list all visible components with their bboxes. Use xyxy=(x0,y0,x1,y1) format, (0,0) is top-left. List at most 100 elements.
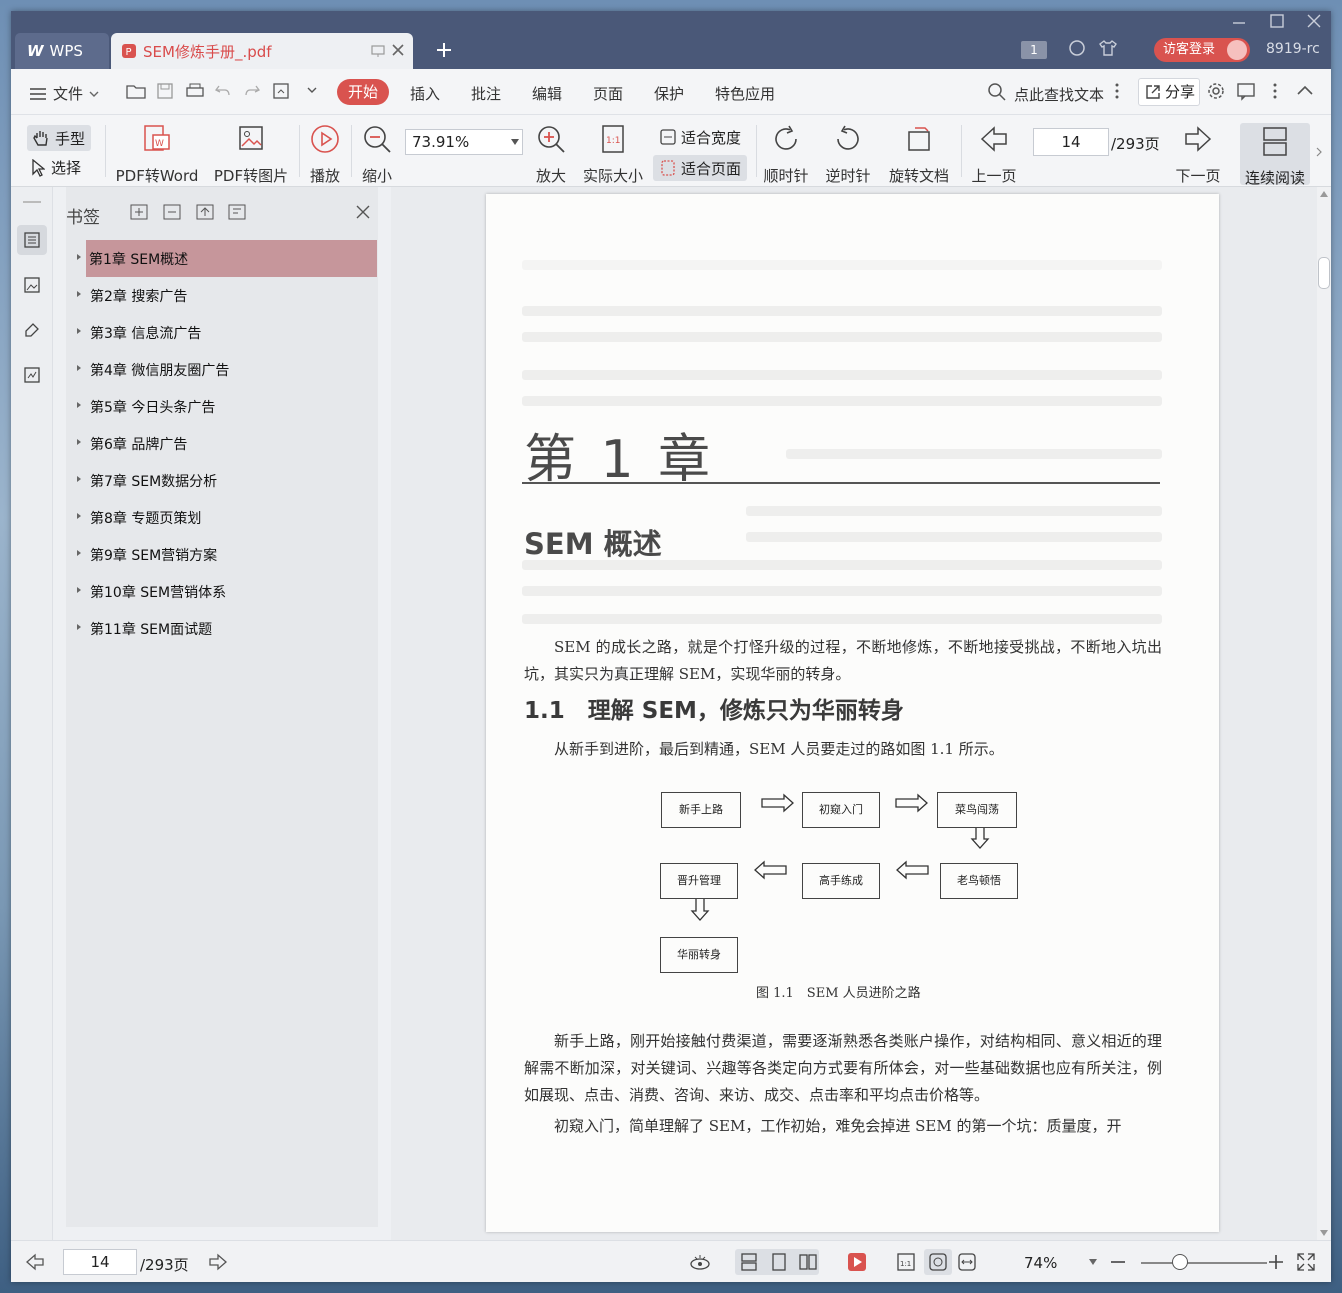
add-bookmark-icon[interactable] xyxy=(196,204,214,220)
play-button[interactable]: 播放 xyxy=(305,123,345,187)
select-tool-button[interactable]: 选择 xyxy=(31,157,81,178)
more-dropdown-icon[interactable] xyxy=(306,84,318,96)
annotation-panel-icon[interactable] xyxy=(17,315,47,345)
zoom-slider-handle[interactable] xyxy=(1172,1254,1188,1270)
fit-width-icon[interactable] xyxy=(957,1252,977,1272)
actual-size-button[interactable]: 1:1 实际大小 xyxy=(581,123,645,187)
expand-arrow-icon[interactable] xyxy=(77,402,81,408)
close-tab-icon[interactable] xyxy=(391,43,405,57)
settings-icon[interactable] xyxy=(1206,81,1226,101)
play-icon[interactable] xyxy=(847,1252,867,1272)
expand-arrow-icon[interactable] xyxy=(77,624,81,630)
skin-icon[interactable] xyxy=(1068,39,1086,57)
bookmark-panel-icon[interactable] xyxy=(17,225,47,255)
chat-icon[interactable] xyxy=(1236,81,1256,101)
hand-tool-button[interactable]: 手型 xyxy=(27,125,91,151)
bookmark-item[interactable]: 第10章 SEM营销体系 xyxy=(66,573,378,610)
find-text-input[interactable]: 点此查找文本 xyxy=(1014,84,1104,105)
bookmark-settings-icon[interactable] xyxy=(228,204,246,220)
more-options-icon[interactable] xyxy=(1272,81,1278,101)
monitor-icon[interactable] xyxy=(371,44,385,58)
redo-icon[interactable] xyxy=(243,82,261,100)
menu-item-home[interactable]: 开始 xyxy=(337,79,389,105)
share-button[interactable]: 分享 xyxy=(1138,78,1200,106)
open-folder-icon[interactable] xyxy=(126,82,146,100)
status-zoom-value[interactable]: 74% xyxy=(1024,1254,1057,1272)
bookmark-item[interactable]: 第11章 SEM面试题 xyxy=(66,610,378,647)
shirt-icon[interactable] xyxy=(1098,39,1118,57)
expand-arrow-icon[interactable] xyxy=(77,254,81,260)
expand-arrow-icon[interactable] xyxy=(77,439,81,445)
minimize-icon[interactable] xyxy=(1231,13,1247,29)
bookmark-item[interactable]: 第5章 今日头条广告 xyxy=(66,388,378,425)
bookmark-item[interactable]: 第4章 微信朋友圈广告 xyxy=(66,351,378,388)
save-icon[interactable] xyxy=(156,82,174,100)
tab-document[interactable]: P SEM修炼手册_.pdf xyxy=(111,33,413,69)
arrow-left-icon[interactable] xyxy=(25,1253,45,1271)
menu-item-features[interactable]: 特色应用 xyxy=(715,83,775,104)
zoom-out-button[interactable]: 缩小 xyxy=(357,123,397,187)
window-count-badge[interactable]: 1 xyxy=(1021,41,1047,59)
actual-size-icon[interactable]: 1:1 xyxy=(896,1252,916,1272)
bookmark-item[interactable]: 第8章 专题页策划 xyxy=(66,499,378,536)
zoom-in-icon[interactable] xyxy=(1267,1253,1285,1271)
vertical-scrollbar[interactable] xyxy=(1317,187,1331,1240)
next-page-button[interactable]: 下一页 xyxy=(1173,123,1223,187)
page-number-input[interactable]: 14 xyxy=(1033,128,1109,156)
eye-protection-icon[interactable] xyxy=(689,1252,711,1272)
expand-arrow-icon[interactable] xyxy=(77,513,81,519)
prev-page-button[interactable]: 上一页 xyxy=(969,123,1019,187)
file-menu[interactable]: 文件 xyxy=(29,83,99,104)
arrow-right-icon[interactable] xyxy=(208,1253,228,1271)
scroll-up-icon[interactable] xyxy=(1320,191,1328,197)
fit-page-button[interactable]: 适合页面 xyxy=(653,155,748,181)
signature-panel-icon[interactable] xyxy=(17,360,47,390)
export-icon[interactable] xyxy=(272,82,292,100)
rotate-clockwise-button[interactable]: 顺时针 xyxy=(759,123,813,187)
search-icon[interactable] xyxy=(987,82,1007,102)
rotate-counterclockwise-button[interactable]: 逆时针 xyxy=(821,123,875,187)
bookmark-item[interactable]: 第9章 SEM营销方案 xyxy=(66,536,378,573)
bookmark-item[interactable]: 第3章 信息流广告 xyxy=(66,314,378,351)
bookmark-item[interactable]: 第7章 SEM数据分析 xyxy=(66,462,378,499)
expand-arrow-icon[interactable] xyxy=(77,291,81,297)
scrollbar-thumb[interactable] xyxy=(1318,257,1330,289)
rotate-document-button[interactable]: 旋转文档 xyxy=(885,123,953,187)
chevron-down-icon[interactable] xyxy=(1089,1259,1097,1265)
two-page-icon[interactable] xyxy=(798,1252,818,1272)
menu-item-insert[interactable]: 插入 xyxy=(410,83,440,104)
bookmark-item[interactable]: 第2章 搜索广告 xyxy=(66,277,378,314)
menu-item-annotate[interactable]: 批注 xyxy=(471,83,501,104)
print-icon[interactable] xyxy=(185,82,205,100)
close-window-icon[interactable] xyxy=(1306,13,1322,29)
fit-width-button[interactable]: 适合宽度 xyxy=(653,124,747,150)
thumbnail-panel-icon[interactable] xyxy=(17,270,47,300)
continuous-reading-button[interactable]: 连续阅读 xyxy=(1240,123,1310,187)
collapse-ribbon-icon[interactable] xyxy=(1296,83,1314,97)
zoom-slider[interactable] xyxy=(1141,1262,1267,1264)
expand-arrow-icon[interactable] xyxy=(77,476,81,482)
zoom-out-icon[interactable] xyxy=(1109,1253,1127,1271)
expand-arrow-icon[interactable] xyxy=(77,587,81,593)
menu-item-edit[interactable]: 编辑 xyxy=(532,83,562,104)
expand-arrow-icon[interactable] xyxy=(77,328,81,334)
pdf-to-word-button[interactable]: W PDF转Word xyxy=(111,123,203,187)
continuous-view-icon[interactable] xyxy=(739,1252,759,1272)
fit-page-icon[interactable] xyxy=(928,1252,948,1272)
tab-wps[interactable]: W WPS xyxy=(15,33,109,69)
new-tab-icon[interactable] xyxy=(435,41,453,59)
zoom-select[interactable]: 73.91% xyxy=(405,129,523,155)
zoom-in-button[interactable]: 放大 xyxy=(531,123,571,187)
expand-arrow-icon[interactable] xyxy=(77,550,81,556)
bookmark-item[interactable]: 第6章 品牌广告 xyxy=(66,425,378,462)
maximize-icon[interactable] xyxy=(1269,13,1285,29)
expand-arrow-icon[interactable] xyxy=(77,365,81,371)
undo-icon[interactable] xyxy=(214,82,232,100)
status-page-input[interactable]: 14 xyxy=(63,1249,137,1275)
guest-login-button[interactable]: 访客登录 xyxy=(1154,38,1250,62)
fullscreen-icon[interactable] xyxy=(1296,1252,1316,1272)
ribbon-scroll-right-icon[interactable] xyxy=(1315,147,1323,157)
menu-item-protect[interactable]: 保护 xyxy=(654,83,684,104)
collapse-all-icon[interactable] xyxy=(163,204,181,220)
scroll-down-icon[interactable] xyxy=(1320,1230,1328,1236)
